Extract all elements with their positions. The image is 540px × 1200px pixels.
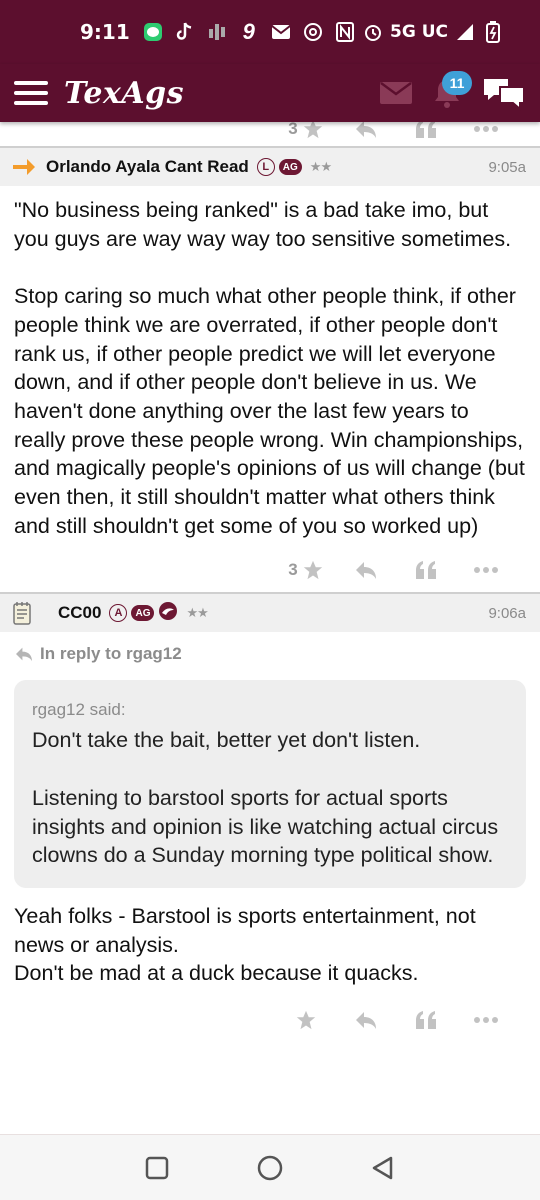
nine-app-icon: 9: [242, 19, 255, 44]
post-line: Don't be mad at a duck because it quacks…: [14, 961, 419, 986]
quote-author: rgag12 said:: [32, 700, 126, 720]
orange-arrow-icon: [12, 156, 38, 178]
post: Orlando Ayala Cant Read L AG ★★ 9:05a "N…: [0, 146, 540, 592]
user-stars: ★★: [309, 159, 332, 174]
star-icon: [303, 561, 322, 580]
nfc-icon: [334, 21, 356, 43]
more-dots-icon: [474, 126, 498, 132]
menu-icon[interactable]: [14, 81, 48, 105]
network-type: 5G UC: [390, 22, 448, 42]
reply-button[interactable]: [336, 555, 396, 585]
recents-square-icon: [145, 1156, 168, 1179]
alarm-icon: [362, 21, 384, 43]
star-button[interactable]: [276, 1005, 336, 1035]
post-paragraph: Stop caring so much what other people th…: [14, 284, 525, 538]
more-options-button[interactable]: [456, 122, 516, 144]
more-dots-icon: [474, 567, 498, 574]
signal-strength-icon: [454, 21, 476, 43]
more-options-button[interactable]: [456, 555, 516, 585]
user-stars: ★★: [186, 605, 208, 621]
chat-icon[interactable]: [482, 75, 526, 112]
star-button[interactable]: 3: [276, 122, 336, 144]
notification-count-badge: 11: [442, 71, 472, 95]
quote-button[interactable]: [396, 555, 456, 585]
mail-notification-icon: [270, 21, 292, 43]
reply-to-link[interactable]: In reply to rgag12: [0, 632, 540, 664]
notepad-icon: [12, 602, 38, 626]
more-options-button[interactable]: [456, 1005, 516, 1035]
quote-icon: [416, 122, 436, 138]
quote-block: rgag12 said: Don't take the bait, better…: [14, 680, 526, 888]
quote-paragraph: Listening to barstool sports for actual …: [32, 785, 499, 868]
ag-badge: AG: [131, 605, 155, 622]
quote-icon: [416, 1011, 436, 1030]
team-logo-icon: [158, 601, 178, 626]
signal-app-icon: [206, 21, 228, 43]
post-header: CC00 A AG ★★ 9:06a: [0, 592, 540, 633]
ag-badge: AG: [278, 159, 302, 175]
post-actions: 3: [0, 548, 540, 592]
quote-paragraph: Don't take the bait, better yet don't li…: [32, 728, 421, 753]
back-triangle-icon: [373, 1156, 393, 1179]
post-author[interactable]: Orlando Ayala Cant Read: [46, 157, 249, 177]
quote-button[interactable]: [396, 1005, 456, 1035]
post-actions: [0, 998, 540, 1042]
site-logo[interactable]: TexAgs: [64, 76, 184, 111]
reply-arrow-icon: [16, 648, 32, 662]
post: CC00 A AG ★★ 9:06a In reply to rgag12 rg…: [0, 592, 540, 1042]
post-body: "No business being ranked" is a bad take…: [0, 186, 540, 540]
back-button[interactable]: [363, 1148, 403, 1188]
notifications-bell-icon[interactable]: 11: [432, 71, 472, 109]
quote-text: Don't take the bait, better yet don't li…: [32, 726, 508, 870]
status-bar: 9:11 9 5G UC: [0, 0, 540, 64]
home-circle-icon: [257, 1155, 283, 1180]
user-badge: L: [256, 158, 275, 176]
star-count: 3: [288, 560, 298, 580]
post-time: 9:06a: [488, 604, 526, 622]
status-time: 9:11: [80, 20, 130, 44]
star-button[interactable]: 3: [276, 555, 336, 585]
star-count: 3: [288, 122, 298, 138]
user-badges: L AG ★★: [256, 158, 332, 176]
quote-button[interactable]: [396, 122, 456, 144]
reply-button[interactable]: [336, 122, 396, 144]
post-paragraph: "No business being ranked" is a bad take…: [14, 198, 512, 251]
reply-icon: [356, 122, 376, 138]
post-header: Orlando Ayala Cant Read L AG ★★ 9:05a: [0, 146, 540, 186]
tiktok-icon: [174, 21, 196, 43]
recents-button[interactable]: [137, 1148, 177, 1188]
reply-button[interactable]: [336, 1005, 396, 1035]
user-badges: A AG ★★: [109, 601, 209, 626]
star-icon: [296, 1010, 316, 1030]
system-nav-bar: [0, 1134, 540, 1200]
messages-app-icon: [142, 21, 164, 43]
post-line: Yeah folks - Barstool is sports entertai…: [14, 903, 476, 957]
reply-icon: [356, 562, 376, 580]
home-button[interactable]: [250, 1148, 290, 1188]
reply-icon: [356, 1012, 376, 1030]
post-body: Yeah folks - Barstool is sports entertai…: [0, 888, 540, 988]
post-actions: 3: [0, 122, 540, 146]
app-header: TexAgs 11: [0, 64, 540, 122]
mail-icon[interactable]: [380, 81, 412, 104]
reply-to-text: In reply to rgag12: [40, 644, 182, 664]
quote-icon: [416, 561, 436, 580]
more-dots-icon: [474, 1017, 498, 1024]
thread-content[interactable]: 3 Orlando Ayala Cant Read L AG ★★ 9:05a: [0, 122, 540, 1134]
post-author[interactable]: CC00: [58, 603, 101, 623]
user-badge: A: [109, 604, 128, 623]
chrome-icon: [302, 21, 324, 43]
star-icon: [303, 122, 322, 139]
battery-charging-icon: [482, 21, 504, 43]
post-time: 9:05a: [488, 158, 526, 176]
